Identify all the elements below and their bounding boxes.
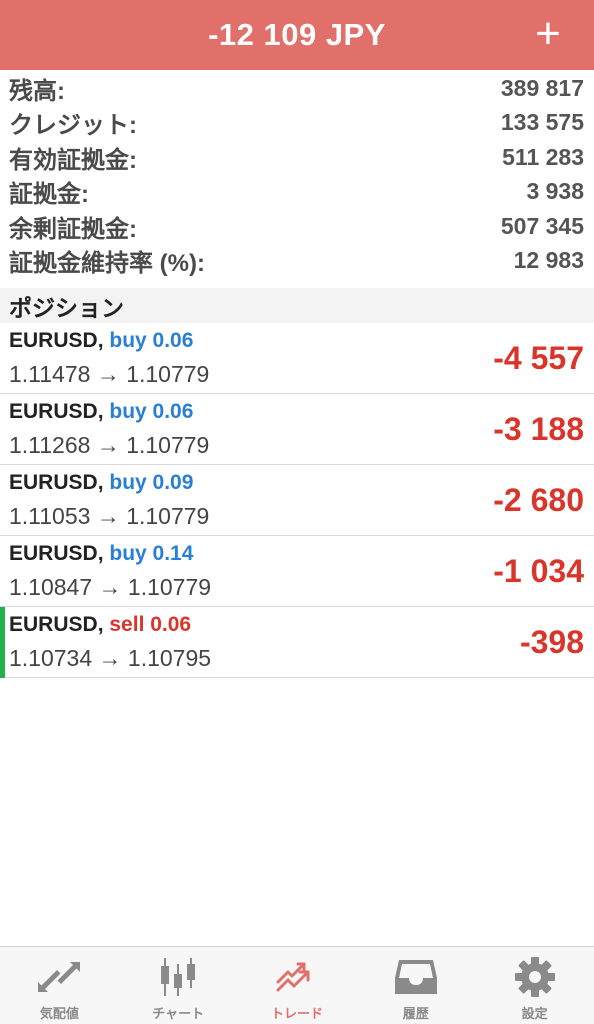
position-prices: 1.11478 → 1.10779 xyxy=(9,361,210,387)
position-side: buy 0.09 xyxy=(109,471,194,494)
settings-gear-icon xyxy=(514,957,555,997)
summary-label: 証拠金維持率 (%): xyxy=(9,250,205,278)
summary-row-margin-level: 証拠金維持率 (%): 12 983 xyxy=(0,244,594,279)
summary-value: 511 283 xyxy=(502,143,584,170)
position-profit: -398 xyxy=(519,624,584,660)
position-symbol: EURUSD xyxy=(9,542,98,565)
position-prices: 1.11268 → 1.10779 xyxy=(9,432,210,458)
tab-chart[interactable]: チャート xyxy=(119,947,238,1024)
position-title: EURUSD, buy 0.06 xyxy=(9,329,193,353)
summary-value: 389 817 xyxy=(500,74,584,101)
position-symbol: EURUSD xyxy=(9,400,98,423)
summary-value: 12 983 xyxy=(513,247,584,274)
position-title: EURUSD, buy 0.09 xyxy=(9,471,193,495)
summary-value: 507 345 xyxy=(500,212,584,239)
summary-row-margin: 証拠金: 3 938 xyxy=(0,175,594,210)
tab-label: トレード xyxy=(270,1006,323,1021)
positions-section-header: ポジション xyxy=(0,288,594,323)
summary-row-free-margin: 余剰証拠金: 507 345 xyxy=(0,209,594,244)
summary-row-credit: クレジット: 133 575 xyxy=(0,106,594,141)
trade-trend-icon xyxy=(276,962,310,992)
position-profit: -2 680 xyxy=(493,482,584,518)
add-order-button[interactable]: + xyxy=(526,8,570,62)
summary-row-equity: 有効証拠金: 511 283 xyxy=(0,140,594,175)
position-symbol: EURUSD xyxy=(9,329,98,352)
position-separator: , xyxy=(97,400,104,423)
tab-label: 履歴 xyxy=(402,1006,429,1021)
position-separator: , xyxy=(97,542,104,565)
selected-row-marker xyxy=(0,607,5,678)
position-profit: -3 188 xyxy=(493,411,584,447)
position-row[interactable]: EURUSD, buy 0.06 1.11268 → 1.10779 -3 18… xyxy=(0,394,594,465)
candlestick-chart-icon xyxy=(161,958,196,996)
position-symbol: EURUSD xyxy=(9,613,98,636)
summary-label: 有効証拠金: xyxy=(9,146,137,174)
position-row[interactable]: EURUSD, buy 0.06 1.11478 → 1.10779 -4 55… xyxy=(0,323,594,394)
tab-quotes[interactable]: 気配値 xyxy=(0,947,119,1024)
tab-label: 気配値 xyxy=(39,1006,79,1021)
position-prices: 1.10734 → 1.10795 xyxy=(9,645,212,671)
history-inbox-icon xyxy=(394,960,437,994)
summary-label: 証拠金: xyxy=(9,181,89,209)
position-side: buy 0.06 xyxy=(109,329,194,352)
position-row[interactable]: EURUSD, buy 0.14 1.10847 → 1.10779 -1 03… xyxy=(0,536,594,607)
summary-value: 133 575 xyxy=(500,109,584,136)
summary-row-balance: 残高: 389 817 xyxy=(0,71,594,106)
positions-list: EURUSD, buy 0.06 1.11478 → 1.10779 -4 55… xyxy=(0,323,594,678)
position-side: buy 0.06 xyxy=(109,400,194,423)
position-side: buy 0.14 xyxy=(109,542,194,565)
summary-label: クレジット: xyxy=(9,112,137,140)
summary-value: 3 938 xyxy=(526,178,584,205)
balance-title: -12 109 JPY xyxy=(208,17,386,52)
position-separator: , xyxy=(97,613,104,636)
position-separator: , xyxy=(97,471,104,494)
bottom-tab-bar: 気配値 チャート トレード 履歴 設定 xyxy=(0,946,594,1024)
tab-label: チャート xyxy=(152,1006,205,1021)
account-summary: 残高: 389 817 クレジット: 133 575 有効証拠金: 511 28… xyxy=(0,71,594,278)
position-side: sell 0.06 xyxy=(109,613,192,636)
position-profit: -1 034 xyxy=(493,553,584,589)
summary-label: 残高: xyxy=(9,77,65,105)
position-prices: 1.11053 → 1.10779 xyxy=(9,503,210,529)
position-symbol: EURUSD xyxy=(9,471,98,494)
position-prices: 1.10847 → 1.10779 xyxy=(9,574,212,600)
position-row[interactable]: EURUSD, buy 0.09 1.11053 → 1.10779 -2 68… xyxy=(0,465,594,536)
quotes-arrows-icon xyxy=(38,962,81,992)
position-title: EURUSD, sell 0.06 xyxy=(9,613,191,637)
position-title: EURUSD, buy 0.14 xyxy=(9,542,193,566)
tab-history[interactable]: 履歴 xyxy=(356,947,475,1024)
tab-settings[interactable]: 設定 xyxy=(475,947,594,1024)
account-header: -12 109 JPY + xyxy=(0,0,594,70)
position-title: EURUSD, buy 0.06 xyxy=(9,400,193,424)
summary-label: 余剰証拠金: xyxy=(9,215,137,243)
position-row-selected[interactable]: EURUSD, sell 0.06 1.10734 → 1.10795 -398 xyxy=(0,607,594,678)
position-profit: -4 557 xyxy=(493,340,584,376)
tab-trade[interactable]: トレード xyxy=(238,947,357,1024)
position-separator: , xyxy=(97,329,104,352)
tab-label: 設定 xyxy=(521,1006,548,1021)
